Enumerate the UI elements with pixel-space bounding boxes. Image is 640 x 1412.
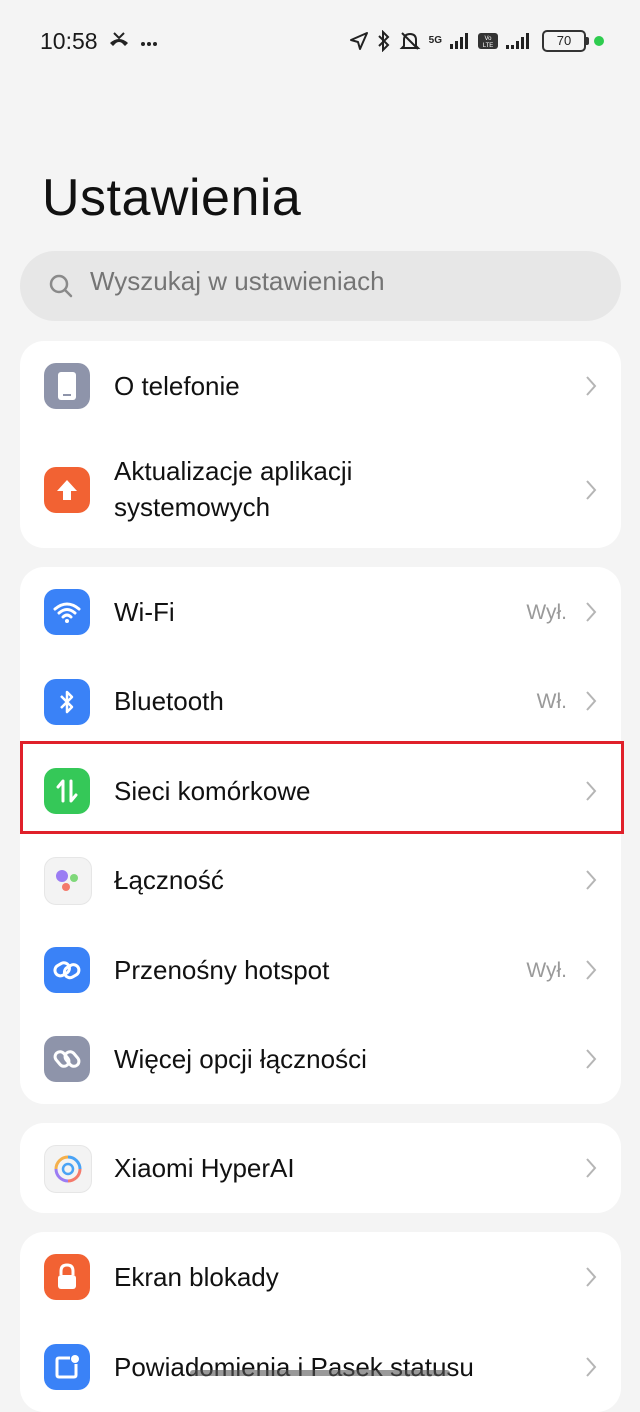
settings-item-mobile-networks[interactable]: Sieci komórkowe xyxy=(20,746,621,836)
settings-item-label: Sieci komórkowe xyxy=(114,776,311,806)
bluetooth-icon xyxy=(44,679,90,725)
settings-item-label: Ekran blokady xyxy=(114,1262,279,1292)
chevron-right-icon xyxy=(585,780,597,807)
settings-group-connectivity: Wi-Fi Wył. Bluetooth Wł. Sieci komórkowe… xyxy=(20,567,621,1104)
settings-group-lockscreen: Ekran blokady Powiadomienia i Pasek stat… xyxy=(20,1232,621,1412)
location-icon xyxy=(349,31,369,51)
settings-item-hyperai[interactable]: Xiaomi HyperAI xyxy=(20,1123,621,1213)
settings-item-hotspot[interactable]: Przenośny hotspot Wył. xyxy=(20,925,621,1015)
settings-item-label: Bluetooth xyxy=(114,686,224,716)
privacy-dot xyxy=(594,36,604,46)
settings-item-label: O telefonie xyxy=(114,371,240,401)
chevron-right-icon xyxy=(585,601,597,628)
chevron-right-icon xyxy=(585,375,597,402)
chevron-right-icon xyxy=(585,1157,597,1184)
hyperai-icon xyxy=(44,1145,92,1193)
chevron-right-icon xyxy=(585,1048,597,1075)
settings-item-label: Przenośny hotspot xyxy=(114,955,330,985)
hotspot-icon xyxy=(44,947,90,993)
status-left-icons xyxy=(108,30,158,53)
settings-item-wifi[interactable]: Wi-Fi Wył. xyxy=(20,567,621,657)
svg-text:LTE: LTE xyxy=(483,43,494,49)
settings-item-value: Wł. xyxy=(536,690,567,713)
notification-icon xyxy=(44,1344,90,1390)
missed-call-icon xyxy=(108,30,130,53)
settings-item-connectivity[interactable]: Łączność xyxy=(20,836,621,925)
settings-group-ai: Xiaomi HyperAI xyxy=(20,1123,621,1213)
settings-item-system-app-updates[interactable]: Aktualizacje aplikacji systemowych xyxy=(20,431,621,548)
settings-item-label-line1: Aktualizacje aplikacji xyxy=(114,456,353,486)
chevron-right-icon xyxy=(585,1356,597,1383)
more-dots-icon xyxy=(140,30,158,53)
settings-item-label: Xiaomi HyperAI xyxy=(114,1153,295,1183)
settings-item-bluetooth[interactable]: Bluetooth Wł. xyxy=(20,657,621,746)
status-bar: 10:58 5G Vo LTE 70 xyxy=(0,0,640,86)
chevron-right-icon xyxy=(585,959,597,986)
page-title: Ustawienia xyxy=(42,169,302,227)
settings-item-label-line2: systemowych xyxy=(114,492,271,522)
settings-item-label: Powiadomienia i Pasek statusu xyxy=(114,1352,474,1382)
status-time: 10:58 xyxy=(40,28,98,54)
search-input[interactable] xyxy=(90,266,570,297)
settings-group-device: O telefonie Aktualizacje aplikacji syste… xyxy=(20,341,621,548)
lock-icon xyxy=(44,1254,90,1300)
network-type-label: 5G xyxy=(428,35,442,46)
settings-item-label: Więcej opcji łączności xyxy=(114,1044,367,1074)
settings-item-value: Wył. xyxy=(526,601,567,624)
status-right-icons: 5G Vo LTE 70 xyxy=(349,30,604,52)
wifi-icon xyxy=(44,589,90,635)
signal-icon xyxy=(450,33,470,49)
battery-indicator: 70 xyxy=(542,30,589,52)
settings-item-more-connectivity[interactable]: Więcej opcji łączności xyxy=(20,1015,621,1104)
svg-text:Vo: Vo xyxy=(484,36,492,42)
volte-icon: Vo LTE xyxy=(478,33,498,49)
settings-item-value: Wył. xyxy=(526,959,567,982)
bluetooth-status-icon xyxy=(377,30,391,52)
settings-item-label: Łączność xyxy=(114,865,224,895)
settings-item-label: Wi-Fi xyxy=(114,597,175,627)
link-icon xyxy=(44,1036,90,1082)
search-icon xyxy=(48,273,74,304)
settings-item-notifications[interactable]: Powiadomienia i Pasek statusu xyxy=(20,1322,621,1412)
settings-item-about-phone[interactable]: O telefonie xyxy=(20,341,621,431)
chevron-right-icon xyxy=(585,1266,597,1293)
chevron-right-icon xyxy=(585,479,597,506)
home-indicator[interactable] xyxy=(190,1370,450,1376)
mobile-data-icon xyxy=(44,768,90,814)
signal-icon-2 xyxy=(506,33,534,49)
settings-item-lock-screen[interactable]: Ekran blokady xyxy=(20,1232,621,1322)
chevron-right-icon xyxy=(585,869,597,896)
phone-icon xyxy=(44,363,90,409)
connectivity-dots-icon xyxy=(44,857,92,905)
arrow-up-icon xyxy=(44,467,90,513)
chevron-right-icon xyxy=(585,690,597,717)
silent-bell-icon xyxy=(399,30,421,52)
